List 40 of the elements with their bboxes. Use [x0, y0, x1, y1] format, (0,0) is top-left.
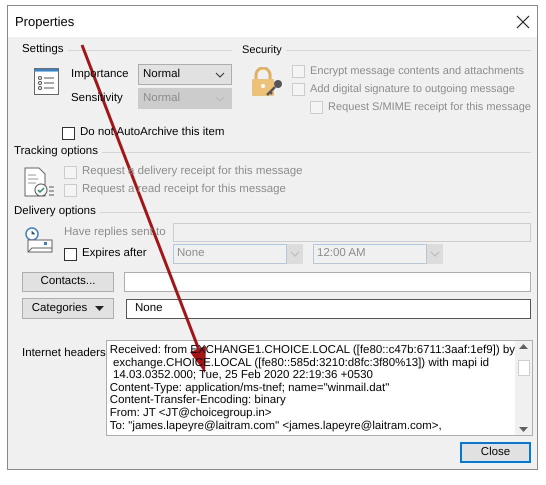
checkbox-label: Encrypt message contents and attachments: [310, 64, 524, 79]
dropdown-triangle-icon: [95, 306, 104, 311]
window-title: Properties: [15, 12, 74, 31]
delivery-clock-icon: [24, 225, 55, 254]
replies-field[interactable]: [173, 223, 531, 242]
contacts-field[interactable]: [124, 272, 531, 292]
scroll-down-icon[interactable]: [519, 427, 528, 432]
scroll-up-icon[interactable]: [519, 344, 528, 349]
header-line: 14.03.0352.000; Tue, 25 Feb 2020 22:19:36 +0530: [112, 369, 374, 382]
header-line: To: "james.lapeyre@laitram.com" <james.lapeyre@laitram.com>,: [110, 420, 443, 432]
header-line: Content-Transfer-Encoding: binary: [110, 394, 287, 407]
header-line: Content-Type: application/ms-tnef; name="winmail.dat": [110, 382, 390, 394]
checkbox-label: Add digital signature to outgoing message: [310, 82, 515, 97]
lock-and-key-icon: [251, 67, 284, 97]
close-icon[interactable]: [515, 14, 531, 30]
close-button[interactable]: Close: [460, 442, 531, 463]
dropdown[interactable]: Normal: [138, 64, 232, 85]
scrollbar[interactable]: [515, 341, 532, 435]
checkbox-label: Request a delivery receipt for this message: [82, 164, 303, 180]
contacts-button[interactable]: Contacts...: [22, 272, 114, 292]
section-heading: Tracking options: [14, 144, 98, 160]
chevron-icon: [215, 72, 225, 78]
section-heading: Delivery options: [14, 204, 96, 220]
chevron-icon: [430, 251, 440, 257]
checkbox-label: Request S/MIME receipt for this message: [328, 100, 531, 115]
section-heading: Security: [242, 42, 282, 58]
section-heading: Settings: [22, 42, 64, 58]
field-label: Have replies sent to: [64, 224, 167, 240]
categories-button[interactable]: Categories: [22, 298, 114, 319]
checkbox-label: Do not AutoArchive this item: [80, 125, 224, 140]
field-label: Internet headers: [22, 346, 106, 361]
headers-textbox[interactable]: [106, 340, 534, 436]
checkbox[interactable]: [62, 126, 75, 140]
categories-field[interactable]: None: [126, 298, 531, 318]
scroll-thumb[interactable]: [518, 360, 530, 376]
tracking-document-icon: [24, 167, 55, 198]
list-icon: [34, 68, 59, 95]
checkbox-label: Expires after: [82, 246, 147, 262]
chevron-icon: [290, 251, 300, 257]
header-line: From: JT <JT@choicegroup.in>: [110, 406, 272, 420]
